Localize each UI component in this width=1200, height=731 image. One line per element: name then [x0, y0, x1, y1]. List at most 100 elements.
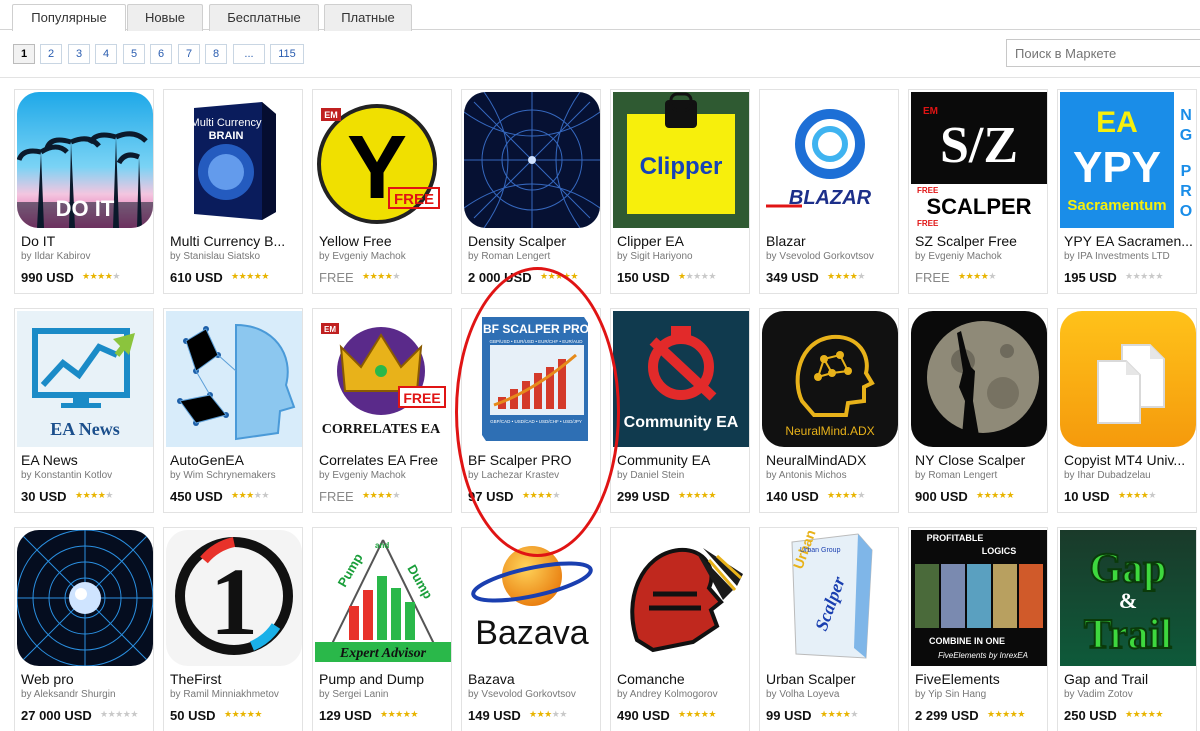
product-name[interactable]: Urban Scalper: [766, 671, 896, 687]
product-name[interactable]: TheFirst: [170, 671, 300, 687]
product-name[interactable]: BF Scalper PRO: [468, 452, 598, 468]
product-name[interactable]: Density Scalper: [468, 233, 598, 249]
product-author[interactable]: by Roman Lengert: [468, 251, 598, 262]
product-author[interactable]: by Evgeniy Machok: [915, 251, 1045, 262]
product-thumbnail[interactable]: EM FREE CORRELATES EA: [315, 311, 451, 447]
product-author[interactable]: by Andrey Kolmogorov: [617, 689, 747, 700]
product-author[interactable]: by Konstantin Kotlov: [21, 470, 151, 481]
product-card[interactable]: Multi Currency BRAIN Multi Currency B...…: [163, 89, 303, 294]
product-author[interactable]: by Antonis Michos: [766, 470, 896, 481]
product-thumbnail[interactable]: EA News: [17, 311, 153, 447]
product-thumbnail[interactable]: [911, 311, 1047, 447]
product-name[interactable]: Clipper EA: [617, 233, 747, 249]
product-name[interactable]: SZ Scalper Free: [915, 233, 1045, 249]
product-author[interactable]: by Vadim Zotov: [1064, 689, 1194, 700]
product-author[interactable]: by Lachezar Krastev: [468, 470, 598, 481]
product-name[interactable]: FiveElements: [915, 671, 1045, 687]
product-card[interactable]: EA News EA News by Konstantin Kotlov 30 …: [14, 308, 154, 513]
page-115[interactable]: 115: [270, 44, 304, 64]
product-card[interactable]: AutoGenEA by Wim Schrynemakers 450 USD ★…: [163, 308, 303, 513]
product-card[interactable]: NY Close Scalper by Roman Lengert 900 US…: [908, 308, 1048, 513]
tab-popular[interactable]: Популярные: [12, 4, 126, 31]
product-author[interactable]: by Stanislau Siatsko: [170, 251, 300, 262]
product-author[interactable]: by Roman Lengert: [915, 470, 1045, 481]
page-5[interactable]: 5: [123, 44, 145, 64]
product-name[interactable]: AutoGenEA: [170, 452, 300, 468]
product-author[interactable]: by Vsevolod Gorkovtsov: [766, 251, 896, 262]
product-card[interactable]: Community EA Community EA by Daniel Stei…: [610, 308, 750, 513]
product-author[interactable]: by Wim Schrynemakers: [170, 470, 300, 481]
product-name[interactable]: Bazava: [468, 671, 598, 687]
product-author[interactable]: by Volha Loyeva: [766, 689, 896, 700]
product-thumbnail[interactable]: [464, 92, 600, 228]
product-thumbnail[interactable]: PROFITABLE LOGICS COMBINE IN ONE FiveEle…: [911, 530, 1047, 666]
tab-free[interactable]: Бесплатные: [209, 4, 319, 31]
product-name[interactable]: Multi Currency B...: [170, 233, 300, 249]
page-8[interactable]: 8: [205, 44, 227, 64]
product-name[interactable]: NeuralMindADX: [766, 452, 896, 468]
product-thumbnail[interactable]: NeuralMind.ADX: [762, 311, 898, 447]
product-thumbnail[interactable]: EA YPY Sacramentum N G P R O: [1060, 92, 1196, 228]
product-name[interactable]: Blazar: [766, 233, 896, 249]
product-name[interactable]: Gap and Trail: [1064, 671, 1194, 687]
product-author[interactable]: by IPA Investments LTD: [1064, 251, 1194, 262]
product-card[interactable]: BLAZAR Blazar by Vsevolod Gorkovtsov 349…: [759, 89, 899, 294]
product-card[interactable]: NeuralMind.ADX NeuralMindADX by Antonis …: [759, 308, 899, 513]
product-card[interactable]: Clipper Clipper EA by Sigit Hariyono 150…: [610, 89, 750, 294]
product-card[interactable]: Bazava Bazava by Vsevolod Gorkovtsov 149…: [461, 527, 601, 731]
product-thumbnail[interactable]: [17, 530, 153, 666]
product-card[interactable]: Web pro by Aleksandr Shurgin 27 000 USD …: [14, 527, 154, 731]
tab-paid[interactable]: Платные: [324, 4, 412, 31]
product-thumbnail[interactable]: Multi Currency BRAIN: [166, 92, 302, 228]
product-thumbnail[interactable]: Community EA: [613, 311, 749, 447]
page-2[interactable]: 2: [40, 44, 62, 64]
product-thumbnail[interactable]: [613, 530, 749, 666]
product-author[interactable]: by Evgeniy Machok: [319, 251, 449, 262]
product-thumbnail[interactable]: [166, 311, 302, 447]
product-card[interactable]: EA YPY Sacramentum N G P R O YPY EA Sacr…: [1057, 89, 1197, 294]
product-thumbnail[interactable]: S/Z EM SCALPER FREE FREE: [911, 92, 1047, 228]
product-name[interactable]: Copyist MT4 Univ...: [1064, 452, 1194, 468]
product-card[interactable]: Density Scalper by Roman Lengert 2 000 U…: [461, 89, 601, 294]
product-author[interactable]: by Ihar Dubadzelau: [1064, 470, 1194, 481]
product-card[interactable]: BF SCALPER PRO GBP/USD • EUR/USD • EUR/C…: [461, 308, 601, 513]
page-7[interactable]: 7: [178, 44, 200, 64]
product-card[interactable]: PROFITABLE LOGICS COMBINE IN ONE FiveEle…: [908, 527, 1048, 731]
product-name[interactable]: Yellow Free: [319, 233, 449, 249]
product-card[interactable]: 1 TheFirst by Ramil Minniakhmetov 50 USD…: [163, 527, 303, 731]
product-name[interactable]: Do IT: [21, 233, 151, 249]
product-thumbnail[interactable]: 1: [166, 530, 302, 666]
product-name[interactable]: YPY EA Sacramen...: [1064, 233, 1194, 249]
product-author[interactable]: by Sergei Lanin: [319, 689, 449, 700]
page-ellipsis[interactable]: ...: [233, 44, 265, 64]
product-author[interactable]: by Yip Sin Hang: [915, 689, 1045, 700]
product-card[interactable]: DO IT Do IT by Ildar Kabirov 990 USD ★ ★ ★…: [14, 89, 154, 294]
product-name[interactable]: Pump and Dump: [319, 671, 449, 687]
product-name[interactable]: Community EA: [617, 452, 747, 468]
product-name[interactable]: EA News: [21, 452, 151, 468]
product-thumbnail[interactable]: Y EM FREE: [315, 92, 451, 228]
product-name[interactable]: Web pro: [21, 671, 151, 687]
product-author[interactable]: by Aleksandr Shurgin: [21, 689, 151, 700]
product-thumbnail[interactable]: [1060, 311, 1196, 447]
product-card[interactable]: S/Z EM SCALPER FREE FREE SZ Scalper Free…: [908, 89, 1048, 294]
product-card[interactable]: Gap & Trail Gap and Trail by Vadim Zotov…: [1057, 527, 1197, 731]
product-thumbnail[interactable]: Clipper: [613, 92, 749, 228]
product-author[interactable]: by Daniel Stein: [617, 470, 747, 481]
product-author[interactable]: by Evgeniy Machok: [319, 470, 449, 481]
product-thumbnail[interactable]: Urban Scalper Urban Group: [762, 530, 898, 666]
page-6[interactable]: 6: [150, 44, 172, 64]
product-author[interactable]: by Ramil Minniakhmetov: [170, 689, 300, 700]
product-thumbnail[interactable]: Gap & Trail: [1060, 530, 1196, 666]
product-card[interactable]: Urban Scalper Urban Group Urban Scalper …: [759, 527, 899, 731]
product-thumbnail[interactable]: Pump and Dump Expert Advisor: [315, 530, 451, 666]
market-search-input[interactable]: [1006, 39, 1200, 67]
product-name[interactable]: Correlates EA Free: [319, 452, 449, 468]
product-card[interactable]: Copyist MT4 Univ... by Ihar Dubadzelau 1…: [1057, 308, 1197, 513]
product-author[interactable]: by Sigit Hariyono: [617, 251, 747, 262]
tab-new[interactable]: Новые: [127, 4, 203, 31]
product-card[interactable]: Comanche by Andrey Kolmogorov 490 USD ★ ★…: [610, 527, 750, 731]
product-thumbnail[interactable]: Bazava: [464, 530, 600, 666]
page-3[interactable]: 3: [68, 44, 90, 64]
page-1[interactable]: 1: [13, 44, 35, 64]
